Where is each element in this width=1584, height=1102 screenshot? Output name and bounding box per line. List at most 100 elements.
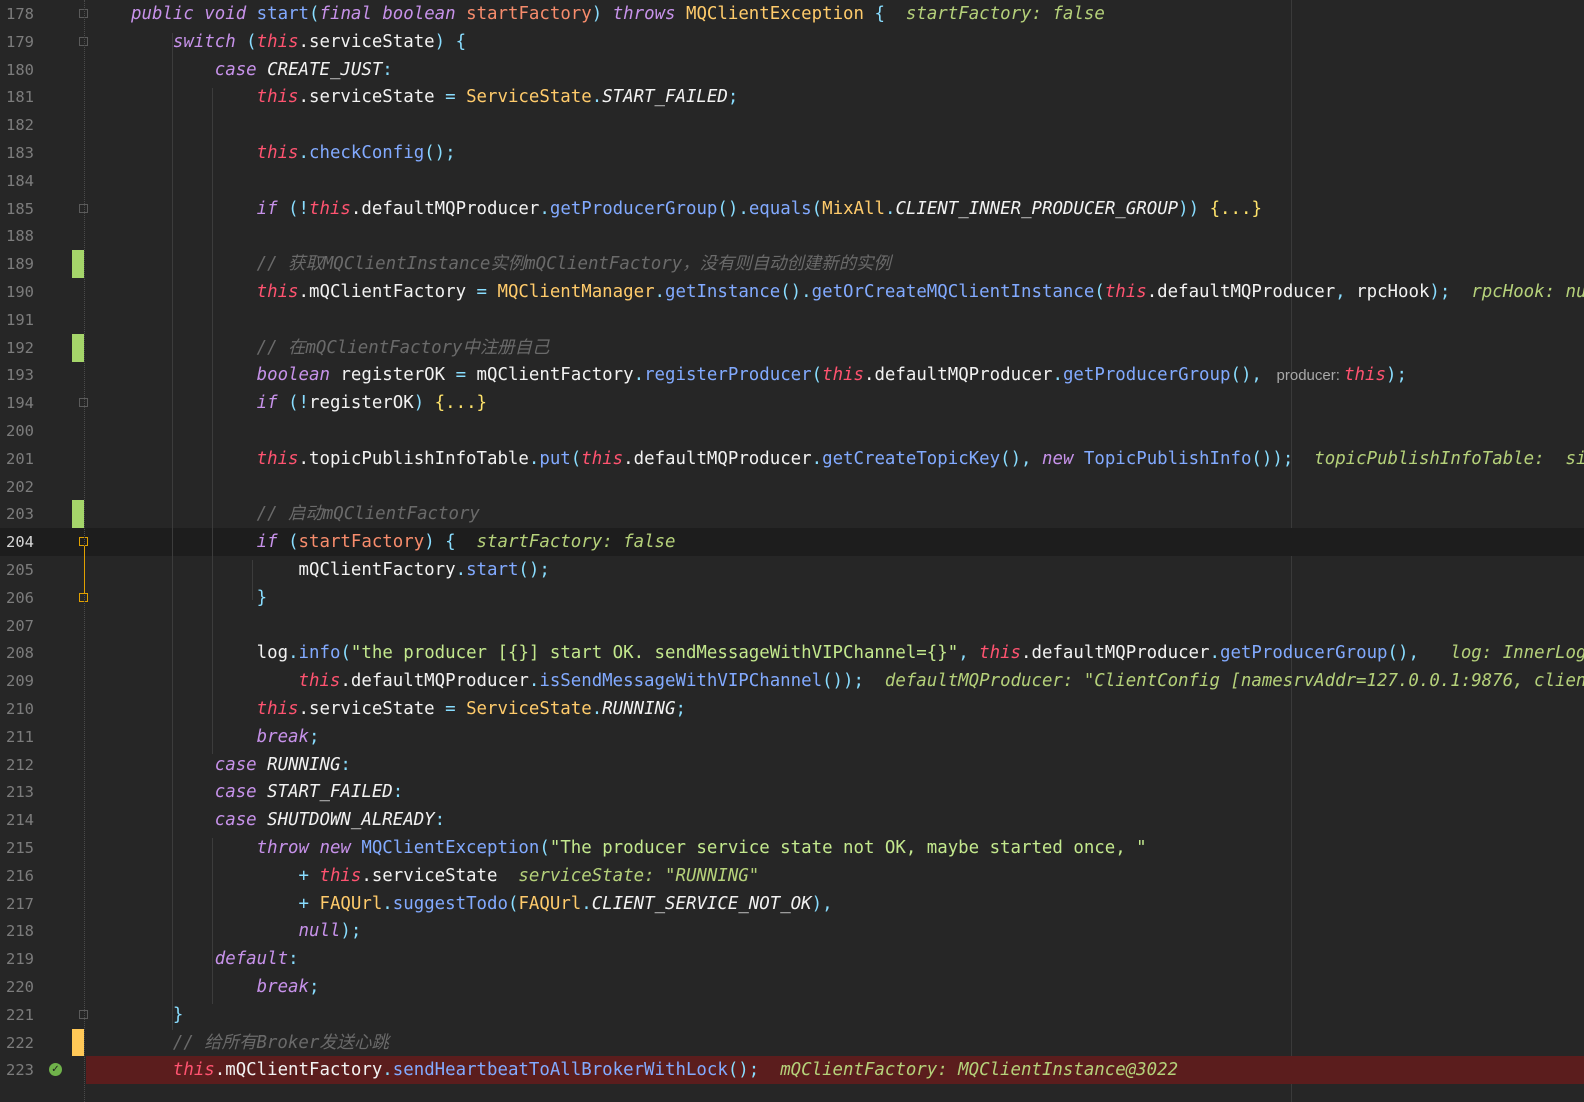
code-text[interactable]: switch (this.serviceState) { [131,31,466,53]
code-line[interactable]: 178 public void start(final boolean start… [0,0,1584,28]
line-number[interactable]: 211 [0,728,34,746]
code-text[interactable]: + this.serviceState serviceState: "RUNNI… [131,865,760,887]
code-line[interactable]: 194 if (!registerOK) {...} [0,389,1584,417]
code-line[interactable]: 217 + FAQUrl.suggestTodo(FAQUrl.CLIENT_S… [0,890,1584,918]
code-text[interactable]: this.topicPublishInfoTable.put(this.defa… [131,448,1584,470]
code-text[interactable]: break; [131,976,320,998]
line-number[interactable]: 182 [0,116,34,134]
code-line[interactable]: 216 + this.serviceState serviceState: "R… [0,862,1584,890]
line-number[interactable]: 181 [0,88,34,106]
code-line[interactable]: 210 this.serviceState = ServiceState.RUN… [0,695,1584,723]
line-number[interactable]: 216 [0,867,34,885]
code-line[interactable]: 183 this.checkConfig(); [0,139,1584,167]
code-line[interactable]: 223 ✓ this.mQClientFactory.sendHeartbeatT… [0,1056,1584,1085]
code-line[interactable]: 211 break; [0,723,1584,751]
code-line[interactable]: 221 } [0,1001,1584,1029]
code-line[interactable]: 206 } [0,584,1584,612]
code-line[interactable]: 212 case RUNNING: [0,751,1584,779]
line-number[interactable]: 184 [0,172,34,190]
code-text[interactable]: this.serviceState = ServiceState.START_F… [131,86,739,108]
line-number[interactable]: 194 [0,394,34,412]
vcs-added-marker[interactable] [72,500,84,529]
line-number[interactable]: 213 [0,783,34,801]
line-number[interactable]: 188 [0,227,34,245]
code-text[interactable]: if (!registerOK) {...} [131,392,487,414]
code-text[interactable]: break; [131,726,320,748]
line-number[interactable]: 212 [0,756,34,774]
code-text[interactable]: throw new MQClientException("The produce… [131,837,1147,859]
code-text[interactable]: // 启动mQClientFactory [131,503,480,525]
line-number[interactable]: 217 [0,895,34,913]
folded-block-placeholder[interactable]: {...} [1210,199,1262,219]
code-line[interactable]: 222 // 给所有Broker发送心跳 [0,1028,1584,1057]
line-number[interactable]: 202 [0,478,34,496]
line-number[interactable]: 220 [0,978,34,996]
code-line[interactable]: 209 this.defaultMQProducer.isSendMessage… [0,667,1584,695]
code-line[interactable]: 184 [0,167,1584,195]
vcs-modified-marker[interactable] [72,1028,84,1057]
code-line[interactable]: 190 this.mQClientFactory = MQClientManag… [0,278,1584,306]
line-number[interactable]: 210 [0,700,34,718]
code-line[interactable]: 189 // 获取MQClientInstance实例mQClientFacto… [0,250,1584,279]
code-text[interactable]: null); [131,920,362,942]
code-line[interactable]: 185 if (!this.defaultMQProducer.getProdu… [0,195,1584,223]
code-line[interactable]: 219 default: [0,945,1584,973]
code-line[interactable]: 201 this.topicPublishInfoTable.put(this.… [0,445,1584,473]
code-text[interactable]: this.checkConfig(); [131,142,456,164]
folded-block-placeholder[interactable]: {...} [435,393,487,413]
code-text[interactable]: } [131,1004,183,1026]
line-number[interactable]: 183 [0,144,34,162]
line-number[interactable]: 206 [0,589,34,607]
line-number[interactable]: 180 [0,61,34,79]
code-text[interactable]: // 给所有Broker发送心跳 [131,1032,389,1054]
line-number[interactable]: 190 [0,283,34,301]
line-number[interactable]: 203 [0,505,34,523]
code-line[interactable]: 207 [0,612,1584,640]
code-text[interactable]: boolean registerOK = mQClientFactory.reg… [131,364,1407,387]
code-line[interactable]: 182 [0,111,1584,139]
line-number[interactable]: 221 [0,1006,34,1024]
code-line[interactable]: 192 // 在mQClientFactory中注册自己 [0,333,1584,362]
code-line[interactable]: 208 log.info("the producer [{}] start OK… [0,639,1584,667]
line-number[interactable]: 178 [0,5,34,23]
code-line[interactable]: 204 if (startFactory) { startFactory: fa… [0,528,1584,557]
line-number[interactable]: 215 [0,839,34,857]
code-line[interactable]: 188 [0,222,1584,250]
code-text[interactable]: case RUNNING: [131,754,351,776]
line-number[interactable]: 222 [0,1034,34,1052]
code-text[interactable]: if (!this.defaultMQProducer.getProducerG… [131,198,1262,220]
code-line[interactable]: 179 switch (this.serviceState) { [0,28,1584,56]
code-line[interactable]: 191 [0,306,1584,334]
code-line[interactable]: 220 break; [0,973,1584,1001]
code-line[interactable]: 202 [0,473,1584,501]
line-number[interactable]: 214 [0,811,34,829]
code-text[interactable]: case CREATE_JUST: [131,59,393,81]
vcs-added-marker[interactable] [72,333,84,362]
line-number[interactable]: 189 [0,255,34,273]
code-line[interactable]: 218 null); [0,917,1584,945]
code-text[interactable]: default: [131,948,299,970]
line-number[interactable]: 223 [0,1061,34,1079]
line-number[interactable]: 200 [0,422,34,440]
line-number[interactable]: 218 [0,922,34,940]
code-text[interactable]: this.mQClientFactory.sendHeartbeatToAllB… [131,1059,1178,1081]
line-number[interactable]: 201 [0,450,34,468]
code-text[interactable]: public void start(final boolean startFac… [131,3,1105,25]
code-text[interactable]: } [131,587,268,609]
line-number[interactable]: 208 [0,644,34,662]
code-line[interactable]: 203 // 启动mQClientFactory [0,500,1584,529]
code-line[interactable]: 181 this.serviceState = ServiceState.STA… [0,83,1584,111]
code-text[interactable]: + FAQUrl.suggestTodo(FAQUrl.CLIENT_SERVI… [131,893,833,915]
line-number[interactable]: 219 [0,950,34,968]
code-text[interactable]: this.defaultMQProducer.isSendMessageWith… [131,670,1584,692]
code-editor[interactable]: 178 public void start(final boolean start… [0,0,1584,1102]
code-line[interactable]: 213 case START_FAILED: [0,778,1584,806]
code-line[interactable]: 180 case CREATE_JUST: [0,56,1584,84]
code-line[interactable]: 200 [0,417,1584,445]
code-line[interactable]: 205 mQClientFactory.start(); [0,556,1584,584]
code-line[interactable]: 193 boolean registerOK = mQClientFactory… [0,361,1584,389]
line-number[interactable]: 205 [0,561,34,579]
line-number[interactable]: 193 [0,366,34,384]
code-text[interactable]: // 在mQClientFactory中注册自己 [131,337,550,359]
code-text[interactable]: this.mQClientFactory = MQClientManager.g… [131,281,1584,303]
